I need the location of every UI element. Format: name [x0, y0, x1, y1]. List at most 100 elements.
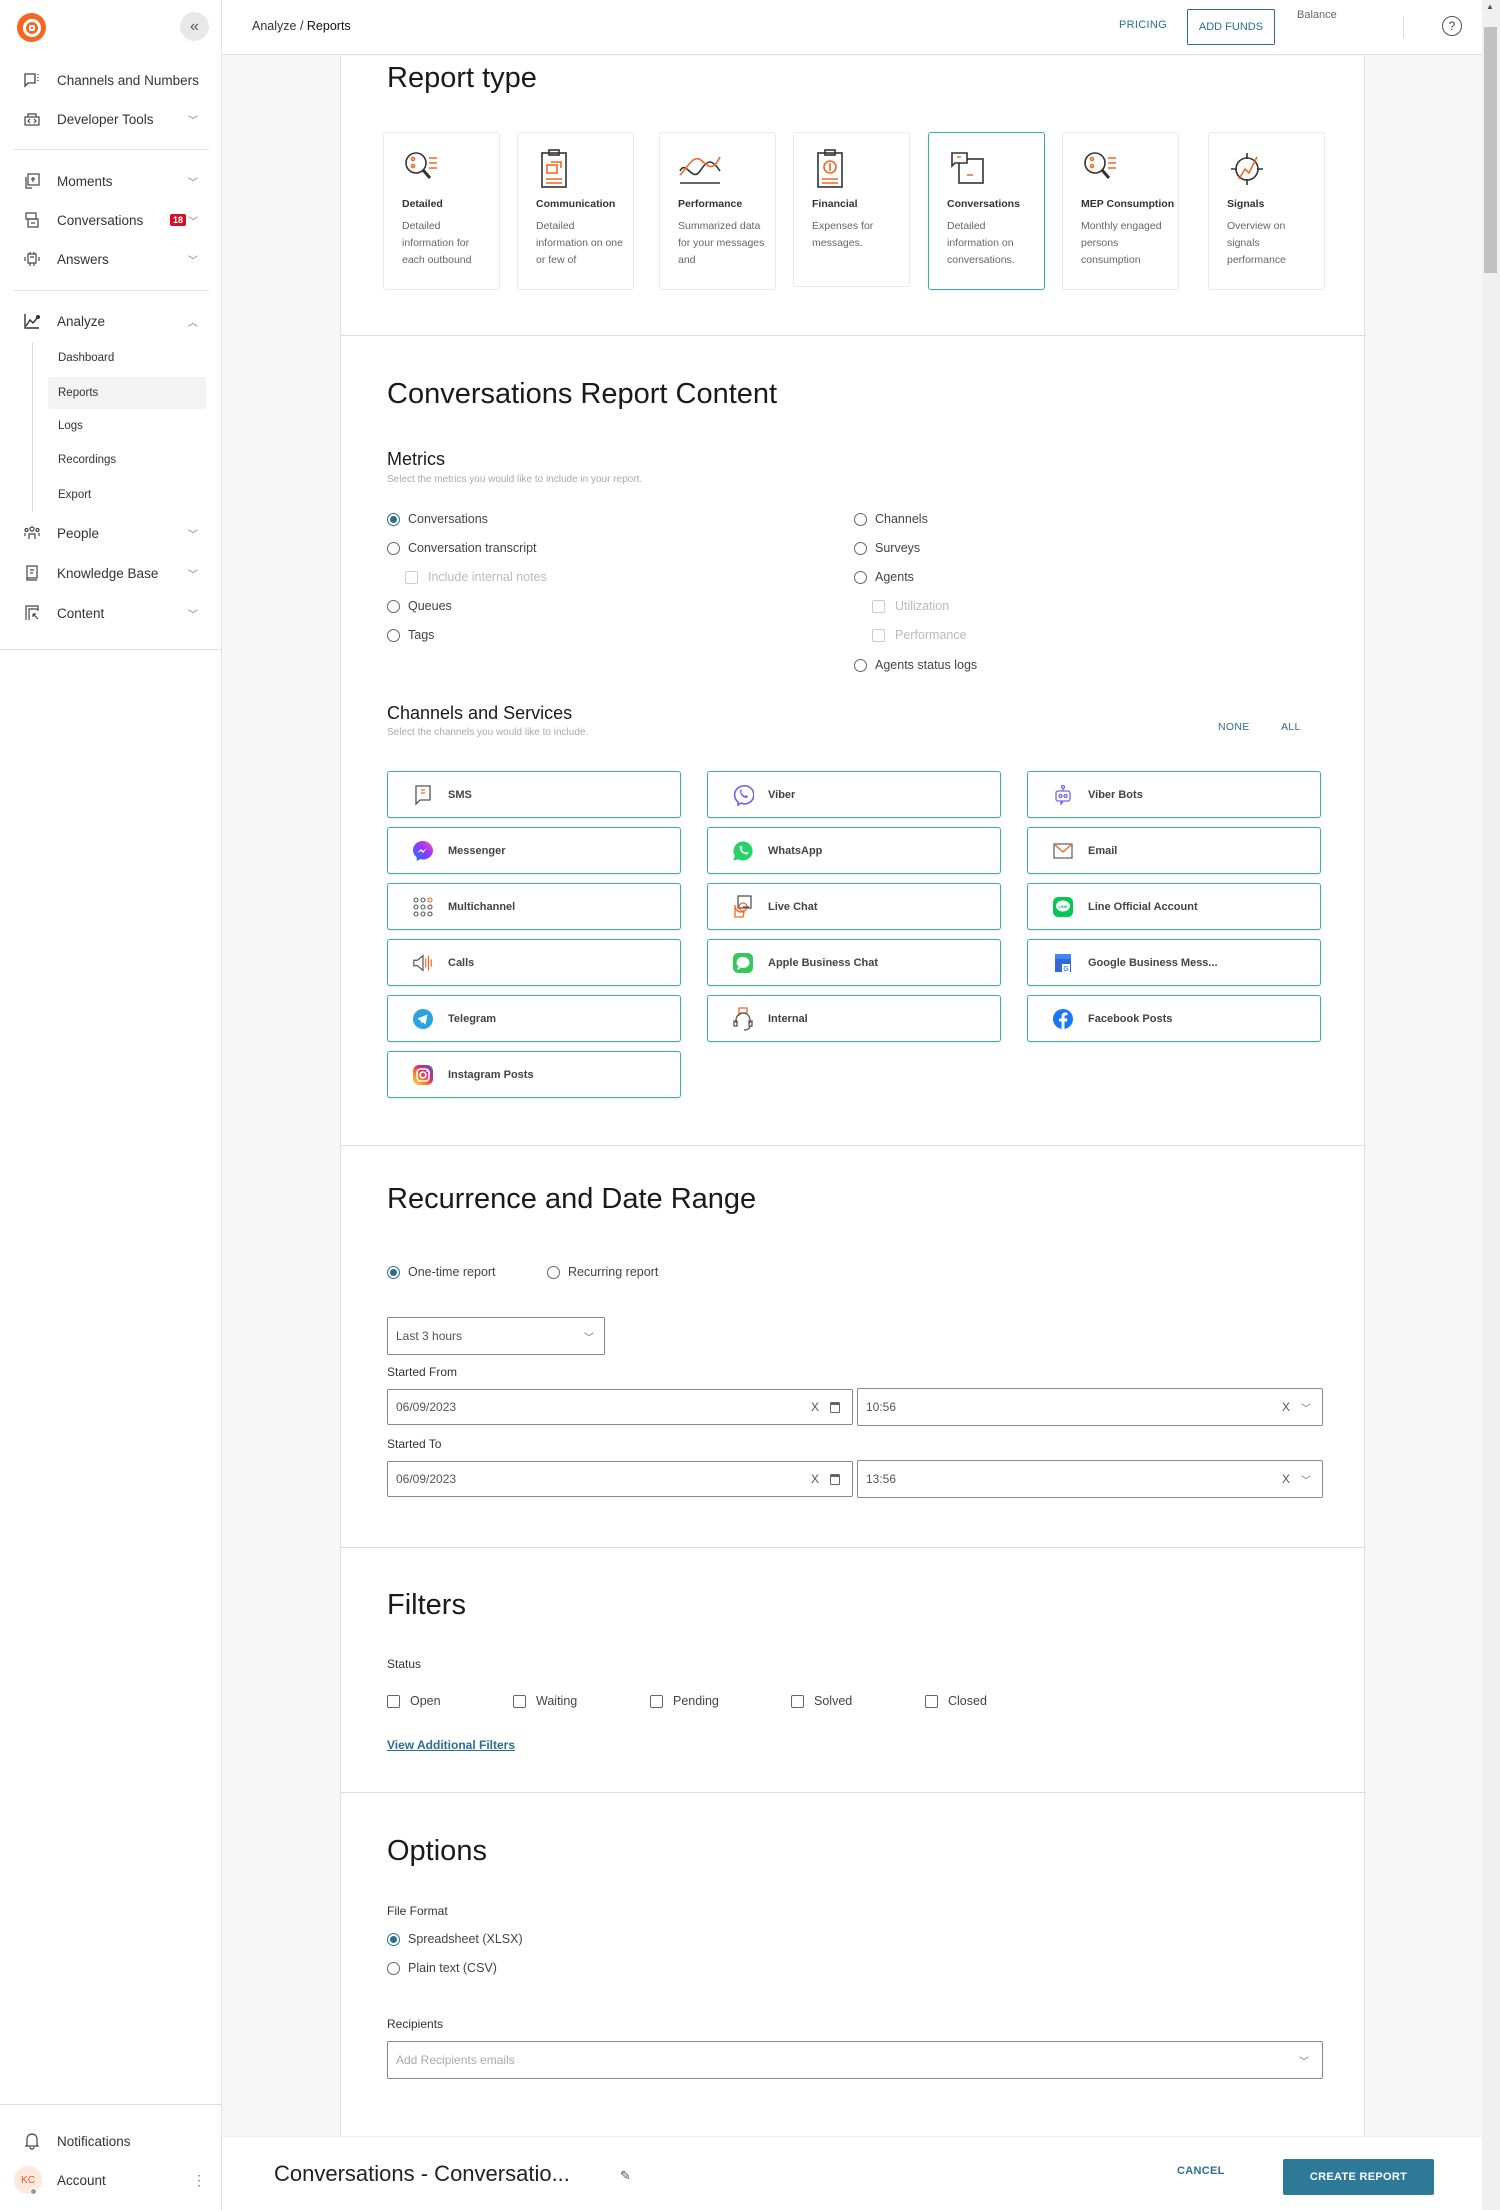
metric-tags-radio[interactable]: Tags [387, 628, 434, 642]
select-all-button[interactable]: ALL [1281, 721, 1301, 733]
notifications-button[interactable]: Notifications [0, 2124, 222, 2158]
channel-option-facebook-posts[interactable]: Facebook Posts [1027, 995, 1321, 1042]
clipboard-flow-icon [536, 149, 576, 189]
sidebar-item-people[interactable]: People ﹀ [0, 516, 222, 550]
chevron-down-icon[interactable]: ﹀ [1299, 2053, 1309, 2068]
calendar-icon[interactable] [830, 1401, 840, 1413]
calendar-icon[interactable] [830, 1473, 840, 1485]
scrollbar-thumb[interactable] [1484, 27, 1497, 273]
metric-queues-radio[interactable]: Queues [387, 599, 452, 613]
channel-option-instagram-posts[interactable]: Instagram Posts [387, 1051, 681, 1098]
account-button[interactable]: Account ⋮ [0, 2163, 222, 2197]
channel-option-telegram[interactable]: Telegram [387, 995, 681, 1042]
started-to-date-input[interactable]: 06/09/2023 X [387, 1461, 853, 1497]
date-range-select[interactable]: Last 3 hours ﹀ [387, 1317, 605, 1355]
report-type-card-mep-consumption[interactable]: MEP Consumption Monthly engaged persons … [1062, 132, 1179, 290]
section-divider [341, 1547, 1366, 1548]
brand-logo[interactable] [17, 13, 46, 42]
include-internal-notes-checkbox[interactable]: Include internal notes [405, 570, 547, 584]
breadcrumb-parent[interactable]: Analyze [252, 19, 296, 33]
metric-agents-status-logs-radio[interactable]: Agents status logs [854, 658, 977, 672]
metric-agents-radio[interactable]: Agents [854, 570, 914, 584]
status-pending-checkbox[interactable]: Pending [650, 1694, 719, 1708]
sidebar-item-channels-and-numbers[interactable]: Channels and Numbers [0, 63, 222, 97]
sidebar-subitem-export[interactable]: Export [48, 479, 206, 511]
create-report-button[interactable]: CREATE REPORT [1283, 2159, 1434, 2195]
status-open-checkbox[interactable]: Open [387, 1694, 441, 1708]
sidebar-subitem-reports[interactable]: Reports [48, 377, 206, 409]
view-additional-filters-link[interactable]: View Additional Filters [387, 1738, 515, 1752]
clear-icon[interactable]: X [1282, 1472, 1290, 1486]
chevron-down-icon[interactable]: ﹀ [1301, 1400, 1311, 1415]
sidebar-item-answers[interactable]: Answers ﹀ [0, 242, 222, 276]
format-csv-radio[interactable]: Plain text (CSV) [387, 1961, 497, 1975]
metric-conversation-transcript-radio[interactable]: Conversation transcript [387, 541, 537, 555]
chevron-down-icon[interactable]: ﹀ [1301, 1472, 1311, 1487]
scroll-up-arrow-icon[interactable]: ▲ [1486, 2, 1494, 11]
channel-option-internal[interactable]: Internal [707, 995, 1001, 1042]
clear-icon[interactable]: X [811, 1472, 819, 1486]
more-vertical-icon[interactable]: ⋮ [192, 2172, 206, 2189]
metric-channels-radio[interactable]: Channels [854, 512, 928, 526]
edit-pencil-icon[interactable]: ✎ [620, 2168, 631, 2184]
metric-surveys-radio[interactable]: Surveys [854, 541, 920, 555]
sidebar-subitem-dashboard[interactable]: Dashboard [48, 342, 206, 374]
page-scrollbar[interactable]: ▲ [1482, 0, 1500, 2210]
sidebar-item-analyze[interactable]: Analyze ︿ [0, 304, 222, 338]
one-time-report-radio[interactable]: One-time report [387, 1265, 496, 1279]
status-closed-checkbox[interactable]: Closed [925, 1694, 987, 1708]
started-from-time-select[interactable]: 10:56 X ﹀ [857, 1388, 1323, 1426]
recipients-input[interactable]: Add Recipients emails ﹀ [387, 2041, 1323, 2079]
channel-option-google-business-mess[interactable]: G Google Business Mess... [1027, 939, 1321, 986]
conversation-windows-icon [947, 149, 987, 189]
sidebar-item-knowledge-base[interactable]: Knowledge Base ﹀ [0, 556, 222, 590]
report-type-card-detailed[interactable]: Detailed Detailed information for each o… [383, 132, 500, 290]
sidebar-item-conversations[interactable]: Conversations 18 ﹀ [0, 203, 222, 237]
sidebar-subitem-logs[interactable]: Logs [48, 410, 206, 442]
utilization-checkbox[interactable]: Utilization [872, 599, 949, 613]
started-to-time-select[interactable]: 13:56 X ﹀ [857, 1460, 1323, 1498]
chevron-up-icon: ︿ [188, 317, 198, 329]
channel-option-messenger[interactable]: Messenger [387, 827, 681, 874]
clear-icon[interactable]: X [1282, 1400, 1290, 1414]
clear-icon[interactable]: X [811, 1400, 819, 1414]
collapse-sidebar-button[interactable]: « [180, 12, 209, 41]
report-type-card-conversations[interactable]: Conversations Detailed information on co… [928, 132, 1045, 290]
sidebar-item-developer-tools[interactable]: Developer Tools ﹀ [0, 102, 222, 136]
metrics-title: Metrics [387, 449, 445, 469]
channel-option-live-chat[interactable]: Live Chat [707, 883, 1001, 930]
sidebar-divider [0, 649, 222, 650]
channels-hint: Select the channels you would like to in… [387, 727, 589, 738]
channel-option-viber[interactable]: Viber [707, 771, 1001, 818]
metric-conversations-radio[interactable]: Conversations [387, 512, 488, 526]
file-format-label: File Format [387, 1904, 448, 1918]
status-waiting-checkbox[interactable]: Waiting [513, 1694, 577, 1708]
help-icon[interactable]: ? [1442, 16, 1462, 36]
channel-option-sms[interactable]: SMS [387, 771, 681, 818]
format-xlsx-radio[interactable]: Spreadsheet (XLSX) [387, 1932, 523, 1946]
started-from-date-input[interactable]: 06/09/2023 X [387, 1389, 853, 1425]
sidebar-item-content[interactable]: Content ﹀ [0, 596, 222, 630]
sidebar-item-moments[interactable]: Moments ﹀ [0, 164, 222, 198]
report-type-card-communication[interactable]: Communication Detailed information on on… [517, 132, 634, 290]
report-type-card-financial[interactable]: Financial Expenses for messages. [793, 132, 910, 287]
performance-checkbox[interactable]: Performance [872, 628, 967, 642]
pricing-link[interactable]: PRICING [1119, 19, 1167, 31]
sidebar-subitem-recordings[interactable]: Recordings [48, 444, 206, 476]
channel-option-apple-business-chat[interactable]: Apple Business Chat [707, 939, 1001, 986]
channel-option-whatsapp[interactable]: WhatsApp [707, 827, 1001, 874]
status-solved-checkbox[interactable]: Solved [791, 1694, 852, 1708]
channel-option-line-official-account[interactable]: LINE Line Official Account [1027, 883, 1321, 930]
report-type-card-performance[interactable]: Performance Summarized data for your mes… [659, 132, 776, 290]
recurring-report-radio[interactable]: Recurring report [547, 1265, 658, 1279]
top-bar: Analyze / Reports PRICING ADD FUNDS Bala… [222, 0, 1482, 55]
cancel-button[interactable]: CANCEL [1177, 2165, 1225, 2177]
report-type-card-signals[interactable]: Signals Overview on signals performance [1208, 132, 1325, 290]
channel-option-email[interactable]: Email [1027, 827, 1321, 874]
select-none-button[interactable]: NONE [1218, 721, 1250, 733]
channel-option-viber-bots[interactable]: Viber Bots [1027, 771, 1321, 818]
status-label: Status [387, 1657, 422, 1671]
channel-option-calls[interactable]: Calls [387, 939, 681, 986]
add-funds-button[interactable]: ADD FUNDS [1187, 9, 1275, 45]
channel-option-multichannel[interactable]: Multichannel [387, 883, 681, 930]
